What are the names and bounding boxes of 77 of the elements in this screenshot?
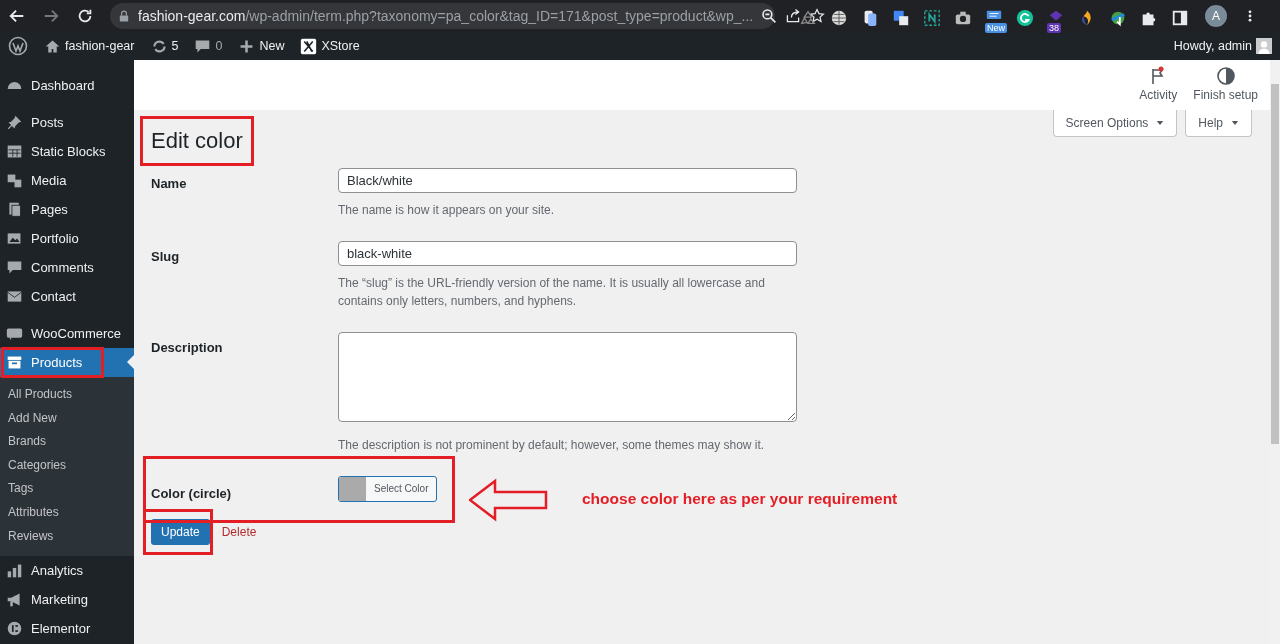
toolbar-link[interactable]: XStore <box>300 36 360 56</box>
submenu-item[interactable]: All Products <box>0 383 134 407</box>
submenu-item[interactable]: Attributes <box>0 500 134 525</box>
submenu-item[interactable]: Tags <box>0 477 134 501</box>
submenu-item[interactable]: Reviews <box>0 524 134 549</box>
header-link[interactable]: Finish setup <box>1189 66 1262 104</box>
globe-icon[interactable] <box>830 8 848 27</box>
xstore-icon <box>300 37 318 55</box>
header-link[interactable]: Activity <box>1135 66 1182 104</box>
lock-icon <box>118 10 130 22</box>
text-area[interactable] <box>338 332 797 423</box>
star-icon[interactable] <box>809 8 826 24</box>
side-panel-icon[interactable] <box>1171 8 1189 27</box>
extension-badge: New <box>985 23 1007 33</box>
toolbar-link[interactable]: fashion-gear <box>44 36 135 56</box>
sidebar-item[interactable]: Marketing <box>0 585 134 615</box>
annotation-text: choose color here as per your requirement <box>582 489 898 509</box>
color-picker-button[interactable]: Select Color <box>338 475 438 502</box>
delete-link[interactable]: Delete <box>221 523 257 542</box>
caret-icon <box>1231 119 1239 127</box>
toolbar-link[interactable]: 5 <box>150 36 179 56</box>
reload-icon[interactable] <box>76 7 94 25</box>
megaphone-icon <box>6 591 23 609</box>
sidebar-item[interactable]: Portfolio <box>0 224 134 253</box>
field-label: Description <box>151 339 224 358</box>
translate-icon[interactable] <box>892 8 910 27</box>
text-field[interactable]: black-white <box>338 241 797 267</box>
update-button[interactable]: Update <box>151 519 210 546</box>
sidebar-item[interactable]: WooCommerce <box>0 319 134 348</box>
gallery-icon <box>6 230 23 247</box>
submenu-item[interactable]: Brands <box>0 430 134 454</box>
text-field[interactable]: Black/white <box>338 168 797 194</box>
sidebar-item[interactable]: Static Blocks <box>0 137 134 166</box>
elementor-icon <box>6 620 23 638</box>
mail-icon <box>6 288 23 305</box>
sidebar-item[interactable]: Media <box>0 166 134 195</box>
wordpress-icon[interactable] <box>8 36 28 56</box>
woo-icon <box>6 325 23 342</box>
page-title: Edit color <box>151 128 243 155</box>
profile-avatar[interactable]: A <box>1205 5 1227 27</box>
sidebar-item[interactable]: Posts <box>0 108 134 137</box>
sidebar-item[interactable]: Pages <box>0 195 134 224</box>
bar-chart-icon <box>6 562 23 580</box>
field-description: The description is not prominent by default; however, some themes may show it. <box>338 436 766 454</box>
sidebar-item[interactable]: Contact <box>0 282 134 311</box>
comments-link[interactable]: 0 <box>194 36 223 56</box>
forward-icon[interactable] <box>42 7 60 25</box>
grid-icon <box>6 143 23 160</box>
field-label: Slug <box>151 248 181 267</box>
submenu-item[interactable]: Add New <box>0 406 134 431</box>
back-icon[interactable] <box>8 7 26 25</box>
avatar-icon <box>1256 38 1272 54</box>
account-link[interactable]: Howdy, admin <box>1173 36 1272 56</box>
sidebar-item[interactable]: Analytics <box>0 556 134 586</box>
pin-icon <box>6 114 23 131</box>
n-icon[interactable] <box>923 8 941 27</box>
sidebar-item[interactable]: Dashboard <box>0 71 134 100</box>
grammar-icon[interactable] <box>1016 8 1034 27</box>
dropdown-tab[interactable]: Screen Options <box>1052 110 1178 137</box>
toolbar-link[interactable]: New <box>238 36 285 56</box>
field-description: The “slug” is the URL-friendly version of the name. It is usually all lowercase and contains only letters, numbers, and hyphens. <box>338 275 766 311</box>
submenu-item[interactable]: Categories <box>0 453 134 478</box>
recycle-icon[interactable] <box>799 8 817 27</box>
caret-icon <box>1156 119 1165 127</box>
zoom-icon[interactable] <box>761 8 778 24</box>
sidebar-item[interactable]: Elementor <box>0 614 134 644</box>
dropdown-tab[interactable]: Help <box>1185 110 1252 137</box>
archive-icon <box>6 354 23 371</box>
field-label: Name <box>151 175 188 194</box>
media-icon <box>6 172 23 189</box>
field-description: The name is how it appears on your site. <box>338 202 556 220</box>
field-label: Color (circle) <box>151 484 233 503</box>
pages-icon <box>6 201 23 218</box>
sidebar-item[interactable]: Comments <box>0 253 134 282</box>
extension-badge: 38 <box>1047 23 1061 33</box>
comment-icon <box>6 259 23 276</box>
share-icon[interactable] <box>785 8 802 24</box>
